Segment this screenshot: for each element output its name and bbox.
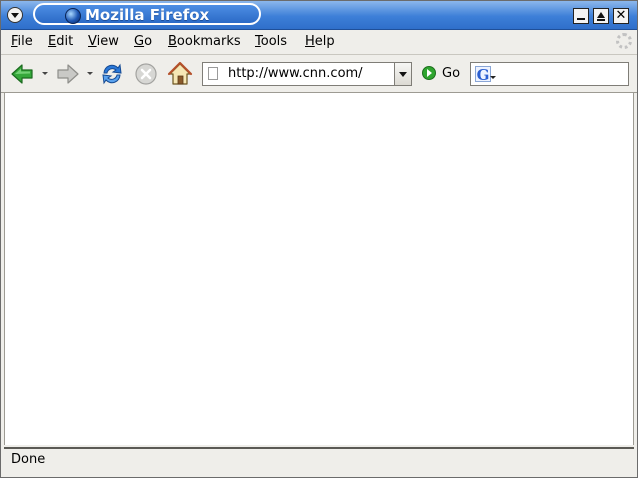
title-pill: Mozilla Firefox xyxy=(33,3,261,25)
menu-bar: File Edit View Go Bookmarks Tools Help xyxy=(1,30,637,55)
page-content-area[interactable] xyxy=(4,93,634,445)
status-bar: Done xyxy=(4,447,634,473)
close-button[interactable]: ✕ xyxy=(613,8,629,24)
back-arrow-icon xyxy=(11,64,33,84)
stop-button[interactable] xyxy=(133,61,159,87)
menu-view[interactable]: View xyxy=(88,34,119,49)
reload-icon xyxy=(102,63,122,85)
browser-window: Mozilla Firefox ✕ File Edit View Go Book… xyxy=(0,0,638,478)
window-title: Mozilla Firefox xyxy=(85,6,210,24)
firefox-globe-icon xyxy=(65,8,81,24)
search-engine-dropmarker[interactable] xyxy=(490,76,496,79)
menu-edit[interactable]: Edit xyxy=(48,34,73,49)
title-bar[interactable]: Mozilla Firefox ✕ xyxy=(1,1,637,30)
reload-button[interactable] xyxy=(99,61,125,87)
back-button[interactable] xyxy=(9,61,35,87)
stop-icon xyxy=(135,63,157,85)
forward-history-dropmarker[interactable] xyxy=(87,72,93,75)
back-history-dropmarker[interactable] xyxy=(42,72,48,75)
status-text: Done xyxy=(11,452,46,467)
menu-file[interactable]: File xyxy=(11,34,33,49)
go-icon[interactable] xyxy=(422,66,436,80)
throbber-icon xyxy=(616,33,632,49)
minimize-button[interactable] xyxy=(573,8,589,24)
go-button-label[interactable]: Go xyxy=(442,66,460,81)
menu-help[interactable]: Help xyxy=(305,34,335,49)
forward-button[interactable] xyxy=(55,61,81,87)
search-engine-icon[interactable]: G xyxy=(475,66,491,83)
search-bar[interactable]: G xyxy=(470,62,629,86)
maximize-button[interactable] xyxy=(593,8,609,24)
home-button[interactable] xyxy=(167,61,193,87)
url-bar[interactable]: http://www.cnn.com/ xyxy=(202,62,412,86)
menu-bookmarks[interactable]: Bookmarks xyxy=(168,34,241,49)
window-menu-button[interactable] xyxy=(7,7,23,23)
home-icon xyxy=(167,61,193,85)
page-icon xyxy=(208,67,218,80)
url-input[interactable]: http://www.cnn.com/ xyxy=(228,66,363,81)
forward-arrow-icon xyxy=(57,64,79,84)
menu-go[interactable]: Go xyxy=(134,34,152,49)
url-history-dropdown[interactable] xyxy=(394,63,411,85)
menu-tools[interactable]: Tools xyxy=(255,34,287,49)
